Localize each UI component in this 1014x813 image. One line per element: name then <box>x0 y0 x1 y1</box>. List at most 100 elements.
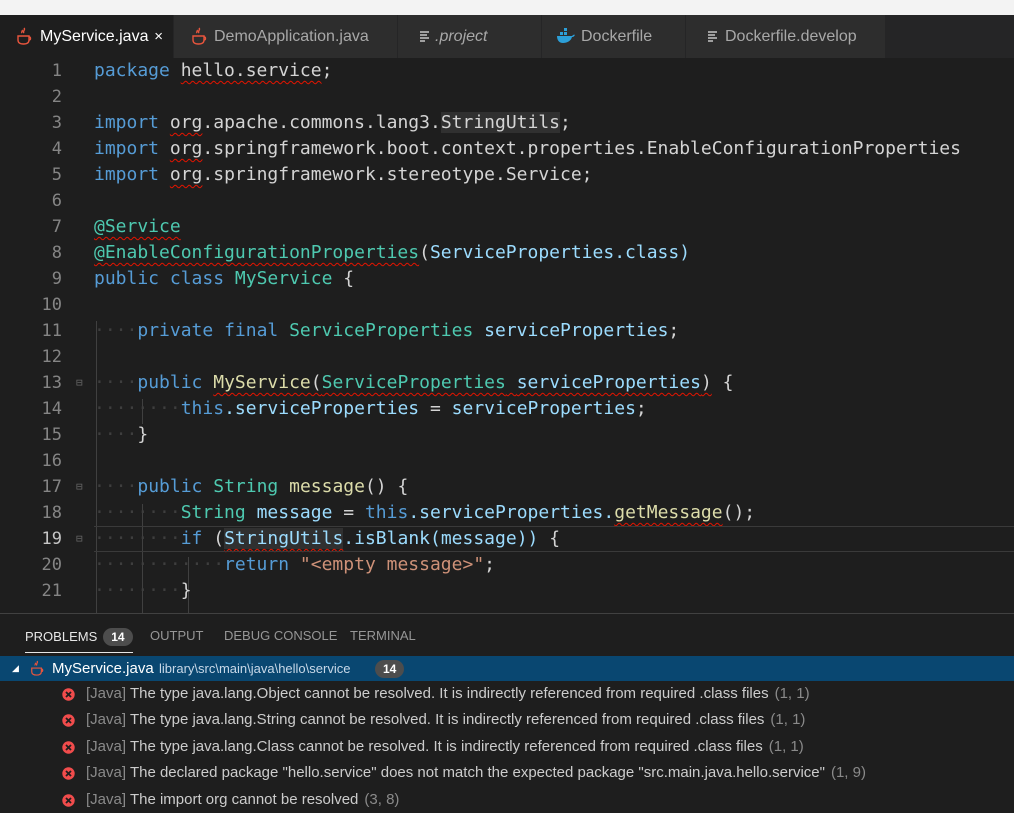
code-token: public <box>94 268 160 289</box>
code-token: "<empty message>" <box>299 554 485 575</box>
editor-tab-bar: MyService.java × DemoApplication.java .p… <box>0 15 1014 58</box>
code-line: 10 <box>0 292 1014 318</box>
line-number: 15 <box>41 425 62 445</box>
code-line: 4 import org.springframework.boot.contex… <box>0 136 1014 162</box>
tab-project[interactable]: .project <box>398 15 541 58</box>
fold-icon[interactable]: ⊟ <box>76 474 83 500</box>
code-token: ) <box>700 372 712 393</box>
java-icon <box>30 660 44 682</box>
text-file-icon <box>707 15 725 58</box>
problem-item[interactable]: [Java] The declared package "hello.servi… <box>0 760 1014 786</box>
line-number: 20 <box>41 555 62 575</box>
problem-item[interactable]: [Java] The type java.lang.String cannot … <box>0 707 1014 733</box>
code-token: public <box>137 476 203 497</box>
problem-item[interactable]: [Java] The import org cannot be resolved… <box>0 787 1014 813</box>
line-number: 5 <box>51 165 62 185</box>
problem-source: [Java] <box>86 791 127 808</box>
code-line: 17 ⊟ ····public String message() { <box>0 474 1014 500</box>
tab-label: MyService.java <box>40 28 149 45</box>
code-token: { <box>397 476 409 497</box>
line-number: 3 <box>51 113 62 133</box>
line-number: 14 <box>41 399 62 419</box>
problem-position: (3, 8) <box>364 791 400 808</box>
fold-icon[interactable]: ⊟ <box>76 370 83 396</box>
code-token: hello.service <box>180 60 322 81</box>
problem-position: (1, 1) <box>770 711 806 728</box>
line-number: 12 <box>41 347 62 367</box>
code-line: 12 <box>0 344 1014 370</box>
problem-file-name: MyService.java <box>52 660 154 677</box>
code-editor[interactable]: 1 package hello.service; 2 3 import org.… <box>0 58 1014 613</box>
line-number: 17 <box>41 477 62 497</box>
problem-count-badge: 14 <box>103 628 133 646</box>
code-token: private <box>137 320 214 341</box>
tab-output[interactable]: OUTPUT <box>150 628 203 644</box>
code-token: } <box>137 424 149 445</box>
line-number: 8 <box>51 243 62 263</box>
tab-debug-console[interactable]: DEBUG CONSOLE <box>224 628 337 644</box>
code-token: .class) <box>614 242 691 263</box>
tab-problems[interactable]: PROBLEMS 14 <box>25 628 133 653</box>
code-token: { <box>722 372 734 393</box>
problems-file-row[interactable]: ◢ MyService.java library\src\main\java\h… <box>0 656 1014 681</box>
code-token: ; <box>484 554 495 575</box>
code-token: if <box>180 528 203 549</box>
code-line: 1 package hello.service; <box>0 58 1014 84</box>
line-number: 21 <box>41 581 62 601</box>
code-line: 7 @Service <box>0 214 1014 240</box>
tab-dockerfile[interactable]: Dockerfile <box>542 15 685 58</box>
problem-source: [Java] <box>86 764 127 781</box>
problem-file-path: library\src\main\java\hello\service <box>159 661 351 676</box>
chevron-down-icon[interactable]: ◢ <box>12 656 19 681</box>
tab-label: .project <box>435 28 488 45</box>
code-line: 9 public class MyService { <box>0 266 1014 292</box>
problem-message: The type java.lang.Object cannot be reso… <box>129 685 769 702</box>
tab-label: Dockerfile <box>581 28 653 45</box>
problem-message: The declared package "hello.service" doe… <box>129 764 825 781</box>
tab-myservice-java[interactable]: MyService.java × <box>0 15 173 58</box>
code-token: String <box>180 502 246 523</box>
code-token: ; <box>321 60 333 81</box>
code-token: this <box>180 398 225 419</box>
code-token: package <box>94 60 170 81</box>
code-line: 18 ········String message = this.service… <box>0 500 1014 526</box>
tab-demoapplication-java[interactable]: DemoApplication.java <box>174 15 397 58</box>
code-token: org <box>169 138 203 159</box>
problem-item[interactable]: [Java] The type java.lang.Class cannot b… <box>0 734 1014 760</box>
code-token: .isBlank(message)) <box>343 528 539 549</box>
code-token: .springframework.stereotype.Service; <box>202 164 593 185</box>
code-token: MyService <box>234 268 333 289</box>
code-line: 5 import org.springframework.stereotype.… <box>0 162 1014 188</box>
code-line: 20 ············return "<empty message>"; <box>0 552 1014 578</box>
problem-message: The type java.lang.String cannot be reso… <box>129 711 765 728</box>
code-token: @Service <box>94 216 181 237</box>
code-token: ServiceProperties <box>289 320 474 341</box>
problem-position: (1, 1) <box>768 738 804 755</box>
docker-icon <box>556 15 575 58</box>
tab-terminal[interactable]: TERMINAL <box>350 628 416 644</box>
code-line: 21 ········} <box>0 578 1014 604</box>
problem-message: The type java.lang.Class cannot be resol… <box>129 738 763 755</box>
problem-message: The import org cannot be resolved <box>129 791 359 808</box>
tab-dockerfile-develop[interactable]: Dockerfile.develop <box>686 15 885 58</box>
code-token: ServiceProperties <box>321 372 506 393</box>
code-token: ; <box>668 320 680 341</box>
code-token: serviceProperties <box>516 372 701 393</box>
code-token: import <box>94 112 160 133</box>
code-token: import <box>94 164 160 185</box>
fold-icon[interactable]: ⊟ <box>76 526 83 552</box>
code-token: import <box>94 138 160 159</box>
window-top-strip <box>0 0 1014 15</box>
line-number: 18 <box>41 503 62 523</box>
close-icon[interactable]: × <box>154 15 163 58</box>
problem-item[interactable]: [Java] The type java.lang.Object cannot … <box>0 681 1014 707</box>
code-line: 16 <box>0 448 1014 474</box>
code-token: ( <box>419 242 430 263</box>
bottom-panel: PROBLEMS 14 OUTPUT DEBUG CONSOLE TERMINAL… <box>0 613 1014 813</box>
tab-label: PROBLEMS <box>25 629 98 644</box>
code-token: { <box>343 268 355 289</box>
file-problem-count-badge: 14 <box>375 660 405 678</box>
problem-position: (1, 9) <box>830 764 866 781</box>
code-line: 14 ········this.serviceProperties = serv… <box>0 396 1014 422</box>
code-token: message <box>289 476 365 497</box>
